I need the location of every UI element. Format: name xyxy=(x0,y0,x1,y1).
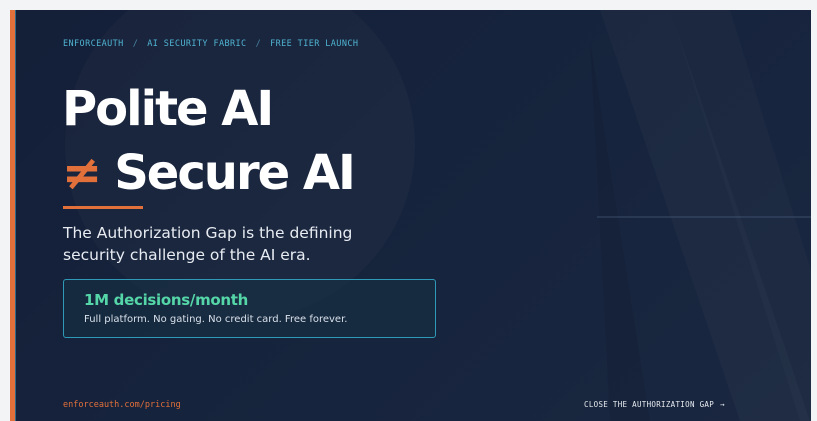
not-equal-symbol: ≠ xyxy=(62,145,102,201)
free-tier-promo-box: 1M decisions/month Full platform. No gat… xyxy=(63,279,436,338)
breadcrumb-item-free-tier-launch: FREE TIER LAUNCH xyxy=(270,39,359,49)
headline-line-2: ≠ Secure AI xyxy=(62,145,356,201)
background-stripe xyxy=(600,10,810,421)
breadcrumb: ENFORCEAUTH / AI SECURITY FABRIC / FREE TIER… xyxy=(63,39,358,49)
headline-line-1: Polite AI xyxy=(62,81,274,137)
accent-line xyxy=(15,10,16,421)
hero-banner: ENFORCEAUTH / AI SECURITY FABRIC / FREE TIER… xyxy=(10,10,811,421)
breadcrumb-item-enforceauth: ENFORCEAUTH xyxy=(63,39,124,49)
subtitle: The Authorization Gap is the defining se… xyxy=(63,224,353,264)
breadcrumb-item-ai-security-fabric: AI SECURITY FABRIC xyxy=(147,39,247,49)
breadcrumb-separator: / xyxy=(255,39,262,49)
cta-label: CLOSE THE AUTHORIZATION GAP xyxy=(584,400,715,409)
headline-underline xyxy=(63,206,143,209)
background-stripe xyxy=(670,10,811,421)
promo-heading: 1M decisions/month xyxy=(84,291,249,309)
background-stripe xyxy=(590,40,650,421)
breadcrumb-separator: / xyxy=(132,39,139,49)
close-gap-cta-link[interactable]: CLOSE THE AUTHORIZATION GAP → xyxy=(584,400,725,409)
arrow-right-icon: → xyxy=(720,400,725,409)
pricing-url[interactable]: enforceauth.com/pricing xyxy=(63,400,181,410)
headline-line-2-text: Secure AI xyxy=(114,145,356,201)
promo-subtext: Full platform. No gating. No credit card… xyxy=(84,314,348,325)
